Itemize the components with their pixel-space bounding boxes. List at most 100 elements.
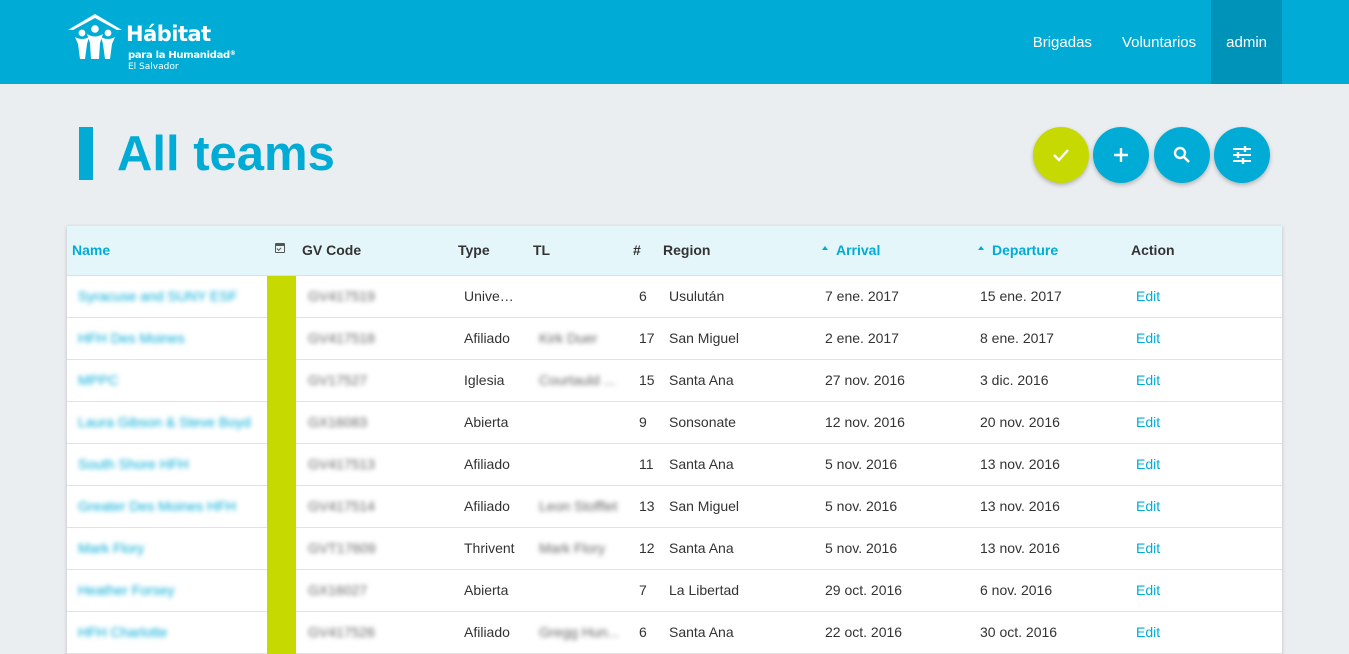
region-cell: San Miguel <box>669 498 740 514</box>
nav-brigadas[interactable]: Brigadas <box>1018 0 1107 84</box>
edit-link[interactable]: Edit <box>1136 528 1160 569</box>
count-cell: 7 <box>639 582 647 598</box>
status-color-swatch <box>267 528 296 570</box>
gv-code-cell: GX16083 <box>308 414 368 430</box>
departure-cell: 3 dic. 2016 <box>980 372 1049 388</box>
gv-code-cell: GV417526 <box>308 624 375 640</box>
edit-link[interactable]: Edit <box>1136 318 1160 359</box>
team-leader-cell: Leon Stofflet <box>539 498 618 514</box>
status-color-swatch <box>267 360 296 402</box>
edit-link[interactable]: Edit <box>1136 444 1160 485</box>
arrival-cell: 12 nov. 2016 <box>825 414 905 430</box>
edit-link[interactable]: Edit <box>1136 360 1160 401</box>
departure-cell: 8 ene. 2017 <box>980 330 1054 346</box>
departure-cell: 13 nov. 2016 <box>980 540 1060 556</box>
region-cell: Santa Ana <box>669 456 734 472</box>
table-row: Greater Des Moines HFH GV417514 Afiliado Le… <box>67 486 1282 528</box>
column-count[interactable]: # <box>633 226 641 276</box>
edit-link[interactable]: Edit <box>1136 570 1160 611</box>
column-type[interactable]: Type <box>458 226 490 276</box>
type-cell: Afiliado <box>464 624 510 640</box>
type-cell: Thrivent <box>464 540 515 556</box>
arrival-cell: 5 nov. 2016 <box>825 498 898 514</box>
departure-cell: 15 ene. 2017 <box>980 288 1062 304</box>
edit-link[interactable]: Edit <box>1136 402 1160 443</box>
region-cell: La Libertad <box>669 582 740 598</box>
confirm-button[interactable] <box>1033 127 1089 183</box>
arrival-cell: 22 oct. 2016 <box>825 624 903 640</box>
count-cell: 13 <box>639 498 655 514</box>
status-color-swatch <box>267 570 296 612</box>
team-leader-cell <box>539 276 619 317</box>
column-name[interactable]: Name <box>72 226 110 276</box>
edit-link[interactable]: Edit <box>1136 612 1160 653</box>
nav-admin[interactable]: admin <box>1211 0 1282 84</box>
sort-asc-icon <box>978 246 984 251</box>
column-action: Action <box>1131 242 1175 258</box>
team-leader-cell: Gregg Hun... <box>539 624 619 640</box>
sliders-icon <box>1233 146 1251 164</box>
departure-cell: 6 nov. 2016 <box>980 582 1053 598</box>
team-name-link[interactable]: Syracuse and SUNY ESF <box>78 276 258 317</box>
column-tl[interactable]: TL <box>533 226 550 276</box>
count-cell: 17 <box>639 330 655 346</box>
search-icon <box>1173 146 1190 163</box>
team-name-link[interactable]: South Shore HFH <box>78 444 258 485</box>
status-color-swatch <box>267 318 296 360</box>
column-departure[interactable]: Departure <box>978 226 1058 276</box>
arrival-cell: 5 nov. 2016 <box>825 540 898 556</box>
filters-button[interactable] <box>1214 127 1270 183</box>
logo-title: Hábitat <box>126 22 211 46</box>
table-row: Laura Gibson & Steve Boyd GX16083 Abierta 9… <box>67 402 1282 444</box>
calendar-check-icon[interactable] <box>275 243 285 253</box>
arrival-cell: 27 nov. 2016 <box>825 372 905 388</box>
column-region[interactable]: Region <box>663 226 710 276</box>
type-cell: Abierta <box>464 582 509 598</box>
logo-subtitle: para la Humanidad® <box>128 50 236 61</box>
table-row: HFH Des Moines GV417518 Afiliado Kirk Duer 1… <box>67 318 1282 360</box>
team-name-link[interactable]: Heather Forsey <box>78 570 258 611</box>
plus-icon <box>1114 148 1128 162</box>
team-name-link[interactable]: Laura Gibson & Steve Boyd <box>78 402 258 443</box>
status-color-swatch <box>267 276 296 318</box>
departure-cell: 13 nov. 2016 <box>980 456 1060 472</box>
team-leader-cell: Mark Flory <box>539 540 606 556</box>
search-button[interactable] <box>1154 127 1210 183</box>
count-cell: 11 <box>639 456 654 472</box>
edit-link[interactable]: Edit <box>1136 276 1160 317</box>
habitat-logo[interactable]: Hábitat para la Humanidad® El Salvador <box>66 13 246 75</box>
table-header: Name GV Code Type TL # Region Arrival De… <box>67 226 1282 276</box>
type-cell: Universidad <box>464 288 516 304</box>
team-name-link[interactable]: HFH Des Moines <box>78 318 258 359</box>
column-arrival[interactable]: Arrival <box>822 226 880 276</box>
arrival-cell: 2 ene. 2017 <box>825 330 899 346</box>
page-title: All teams <box>117 127 335 181</box>
arrival-cell: 5 nov. 2016 <box>825 456 898 472</box>
team-name-link[interactable]: Mark Flory <box>78 528 258 569</box>
region-cell: Usulután <box>669 288 725 304</box>
region-cell: Santa Ana <box>669 624 734 640</box>
region-cell: Santa Ana <box>669 372 734 388</box>
team-name-link[interactable]: HFH Charlotte <box>78 612 258 653</box>
table-row: Syracuse and SUNY ESF GV417519 Universidad… <box>67 276 1282 318</box>
type-cell: Afiliado <box>464 330 510 346</box>
team-name-link[interactable]: Greater Des Moines HFH <box>78 486 258 527</box>
region-cell: San Miguel <box>669 330 740 346</box>
table-row: South Shore HFH GV417513 Afiliado 11 Santa A… <box>67 444 1282 486</box>
top-navbar: Hábitat para la Humanidad® El Salvador B… <box>0 0 1349 84</box>
type-cell: Afiliado <box>464 498 510 514</box>
column-gv-code[interactable]: GV Code <box>302 226 361 276</box>
arrival-cell: 7 ene. 2017 <box>825 288 899 304</box>
table-row: Mark Flory GVT17609 Thrivent Mark Flory 12 Sa… <box>67 528 1282 570</box>
gv-code-cell: GV417519 <box>308 288 375 304</box>
add-team-button[interactable] <box>1093 127 1149 183</box>
count-cell: 6 <box>639 624 647 640</box>
nav-voluntarios[interactable]: Voluntarios <box>1107 0 1211 84</box>
region-cell: Sonsonate <box>669 414 736 430</box>
edit-link[interactable]: Edit <box>1136 486 1160 527</box>
logo-country: El Salvador <box>128 62 179 72</box>
count-cell: 6 <box>639 288 647 304</box>
region-cell: Santa Ana <box>669 540 734 556</box>
team-name-link[interactable]: MPPC <box>78 360 258 401</box>
team-leader-cell: Kirk Duer <box>539 330 598 346</box>
